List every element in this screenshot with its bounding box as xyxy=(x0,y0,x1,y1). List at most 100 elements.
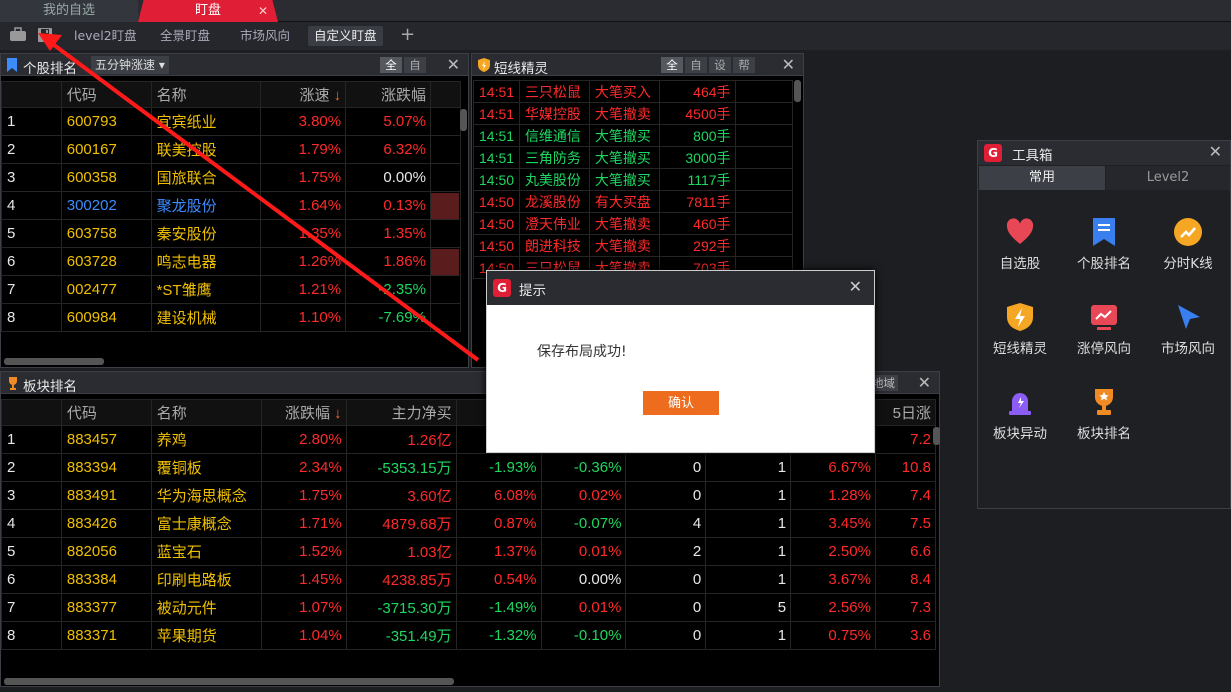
tab-my-favorites[interactable]: 我的自选 xyxy=(0,0,138,22)
tool-label: 涨停风向 xyxy=(1077,341,1131,357)
help-button[interactable]: 帮 xyxy=(733,57,755,73)
close-icon[interactable]: ✕ xyxy=(1209,142,1222,161)
row-extra xyxy=(429,247,462,276)
header-speed[interactable]: 涨速 ↓ xyxy=(260,81,347,108)
table-row[interactable]: 6 603728 鸣志电器 1.26% 1.86% xyxy=(1,247,462,276)
panel-title: 工具箱 xyxy=(1012,148,1053,164)
table-row[interactable]: 6 883384 印刷电路板 1.45% 4238.85万 0.54% 0.00% 0 1 3.6… xyxy=(1,565,937,594)
table-row[interactable]: 8 600984 建设机械 1.10% -7.69% xyxy=(1,303,462,332)
sector-col-5: -1.93% xyxy=(455,453,542,482)
list-item[interactable]: 14:51 信维通信 大笔撤买 800手 xyxy=(473,124,794,147)
tool-stock-rank[interactable]: 个股排名 xyxy=(1062,217,1146,272)
event-type: 大笔撤买 xyxy=(588,124,660,147)
table-row[interactable]: 3 600358 国旅联合 1.75% 0.00% xyxy=(1,163,462,192)
toolbox-case-icon[interactable] xyxy=(9,27,27,43)
vertical-scrollbar[interactable] xyxy=(460,109,467,131)
table-row[interactable]: 2 600167 联美控股 1.79% 6.32% xyxy=(1,135,462,164)
stock-speed: 1.10% xyxy=(260,303,347,332)
tab-common[interactable]: 常用 xyxy=(979,166,1105,190)
list-item[interactable]: 14:50 朗进科技 大笔撤卖 292手 xyxy=(473,234,794,257)
event-volume: 460手 xyxy=(658,212,736,235)
stock-name: 澄天伟业 xyxy=(518,212,590,235)
close-icon[interactable]: ✕ xyxy=(918,373,931,392)
filter-self-button[interactable]: 自 xyxy=(685,57,707,73)
tool-sector-rank[interactable]: 板块排名 xyxy=(1062,387,1146,442)
layout-tab-level2[interactable]: level2盯盘 xyxy=(68,26,143,46)
table-row[interactable]: 4 300202 聚龙股份 1.64% 0.13% xyxy=(1,191,462,220)
stock-change: -7.69% xyxy=(345,303,431,332)
confirm-button[interactable]: 确认 xyxy=(643,391,719,415)
sector-col-8: 1 xyxy=(705,537,792,566)
tab-level2[interactable]: Level2 xyxy=(1106,166,1230,190)
list-item[interactable]: 14:50 龙溪股份 有大买盘 7811手 xyxy=(473,190,794,213)
rank-type-dropdown[interactable]: 五分钟涨速 ▾ xyxy=(91,56,169,74)
table-row[interactable]: 1 600793 宜宾纸业 3.80% 5.07% xyxy=(1,107,462,136)
row-index: 3 xyxy=(1,163,62,192)
event-type: 大笔撤买 xyxy=(588,168,660,191)
list-item[interactable]: 14:51 三只松鼠 大笔买入 464手 xyxy=(473,80,794,103)
header-code[interactable]: 代码 xyxy=(60,399,152,426)
layout-tab-panorama[interactable]: 全景盯盘 xyxy=(154,26,216,46)
close-icon[interactable]: ✕ xyxy=(258,0,268,22)
header-code[interactable]: 代码 xyxy=(60,81,152,108)
header-change[interactable]: 涨跌幅 xyxy=(345,81,431,108)
header-name[interactable]: 名称 xyxy=(150,399,262,426)
horizontal-scrollbar[interactable] xyxy=(4,678,454,685)
tool-intraday-kline[interactable]: 分时K线 xyxy=(1146,217,1230,272)
filter-self-button[interactable]: 自 xyxy=(404,57,426,73)
sector-change: 1.45% xyxy=(260,565,347,594)
header-change[interactable]: 涨跌幅 ↓ xyxy=(260,399,347,426)
layout-tab-custom[interactable]: 自定义盯盘 xyxy=(308,26,383,46)
table-row[interactable]: 4 883426 富士康概念 1.71% 4879.68万 0.87% -0.07% 4 1 3.… xyxy=(1,509,937,538)
vertical-scrollbar[interactable] xyxy=(933,427,940,445)
filter-all-button[interactable]: 全 xyxy=(380,57,402,73)
horizontal-scrollbar[interactable] xyxy=(4,358,104,365)
close-icon[interactable]: ✕ xyxy=(447,55,460,74)
close-icon[interactable]: ✕ xyxy=(782,55,795,74)
filter-all-button[interactable]: 全 xyxy=(661,57,683,73)
event-volume: 3000手 xyxy=(658,146,736,169)
sector-col-9: 6.67% xyxy=(790,453,876,482)
table-row[interactable]: 8 883371 苹果期货 1.04% -351.49万 -1.32% -0.10% 0 1 0.… xyxy=(1,621,937,650)
table-row[interactable]: 2 883394 覆铜板 2.34% -5353.15万 -1.93% -0.36% 0 1 6.… xyxy=(1,453,937,482)
tool-short-elf[interactable]: 短线精灵 xyxy=(978,302,1062,357)
list-item[interactable]: 14:50 澄天伟业 大笔撤卖 460手 xyxy=(473,212,794,235)
sector-col-5: 6.08% xyxy=(455,481,542,510)
tool-limit-up-trend[interactable]: 涨停风向 xyxy=(1062,302,1146,357)
stock-change: 6.32% xyxy=(345,135,431,164)
table-row[interactable]: 3 883491 华为海思概念 1.75% 3.60亿 6.08% 0.02% 0 1 1.28%… xyxy=(1,481,937,510)
tool-favorites[interactable]: 自选股 xyxy=(978,217,1062,272)
row-index: 3 xyxy=(1,481,62,510)
sector-net-buy: -5353.15万 xyxy=(345,453,457,482)
save-layout-icon[interactable] xyxy=(36,27,54,43)
sector-col-5: 0.87% xyxy=(455,509,542,538)
list-item[interactable]: 14:51 三角防务 大笔撤买 3000手 xyxy=(473,146,794,169)
table-row[interactable]: 5 603758 秦安股份 1.35% 1.35% xyxy=(1,219,462,248)
header-5day-change[interactable]: 5日涨 xyxy=(874,399,937,426)
table-row[interactable]: 7 002477 *ST雏鹰 1.21% -2.35% xyxy=(1,275,462,304)
add-layout-icon[interactable]: + xyxy=(400,24,415,45)
tool-market-trend[interactable]: 市场风向 xyxy=(1146,302,1230,357)
header-extra xyxy=(429,81,462,108)
stock-code: 603758 xyxy=(60,219,152,248)
tab-monitor-label: 盯盘 xyxy=(194,3,221,18)
settings-button[interactable]: 设 xyxy=(709,57,731,73)
chart-card-icon xyxy=(1089,302,1119,332)
stock-change: 0.00% xyxy=(345,163,431,192)
header-name[interactable]: 名称 xyxy=(150,81,262,108)
row-extra xyxy=(734,124,794,147)
list-item[interactable]: 14:51 华媒控股 大笔撤卖 4500手 xyxy=(473,102,794,125)
layout-tab-market-trend[interactable]: 市场风向 xyxy=(234,26,296,46)
table-row[interactable]: 5 882056 蓝宝石 1.52% 1.03亿 1.37% 0.01% 2 1 2.50% 6.6 xyxy=(1,537,937,566)
tool-sector-movement[interactable]: 板块异动 xyxy=(978,387,1062,442)
sector-col-7: 0 xyxy=(625,481,707,510)
close-icon[interactable]: ✕ xyxy=(849,277,862,296)
table-row[interactable]: 7 883377 被动元件 1.07% -3715.30万 -1.49% 0.01% 0 5 2.… xyxy=(1,593,937,622)
header-main-net-buy[interactable]: 主力净买 xyxy=(345,399,457,426)
sector-col-7: 2 xyxy=(625,537,707,566)
vertical-scrollbar[interactable] xyxy=(794,80,801,102)
list-item[interactable]: 14:50 丸美股份 大笔撤买 1117手 xyxy=(473,168,794,191)
tab-monitor[interactable]: 盯盘 ✕ xyxy=(138,0,278,22)
stock-name: 联美控股 xyxy=(150,135,262,164)
trophy-icon xyxy=(9,377,17,390)
